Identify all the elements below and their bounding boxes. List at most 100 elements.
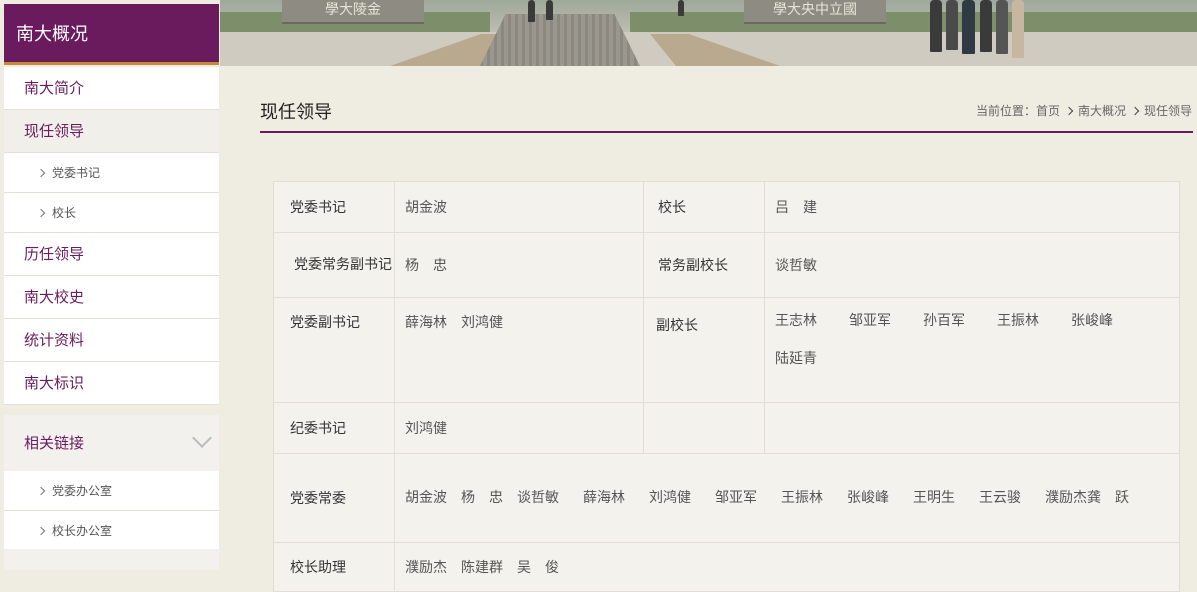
sidebar-footer: [4, 549, 219, 570]
lawn-right: [630, 12, 1197, 34]
role-label: 党委书记: [273, 181, 395, 233]
person-figure: [980, 0, 992, 52]
nav-item-identity[interactable]: 南大标识: [4, 362, 219, 405]
person-name: 胡金波: [405, 490, 447, 506]
nav-item-intro[interactable]: 南大简介: [4, 67, 219, 110]
breadcrumb-section-link[interactable]: 南大概况: [1078, 104, 1126, 118]
chevron-right-icon: [36, 208, 46, 218]
nav-item-label: 校长: [52, 206, 77, 220]
role-label: 党委副书记: [273, 297, 395, 403]
link-president-office[interactable]: 校长办公室: [4, 511, 219, 551]
person-name: 刘鸿健: [405, 421, 447, 437]
role-label: 副校长: [643, 297, 765, 403]
table-row: 校长助理 濮励杰 陈建群吴 俊: [273, 542, 1180, 592]
leaders-table: 党委书记 胡金波 校长 吕 建 党委常务副书记 杨 忠 常务副校长 谈哲敏 党委…: [273, 181, 1180, 592]
nav-item-statistics[interactable]: 统计资料: [4, 319, 219, 362]
person-name: 胡金波: [405, 200, 447, 216]
title-divider: [260, 131, 1193, 133]
person-figure: [996, 0, 1008, 54]
names-cell: [764, 402, 1180, 454]
nav-item-label: 南大简介: [24, 79, 85, 97]
person-name: 吴 俊: [517, 560, 559, 576]
names-cell: 刘鸿健: [394, 402, 644, 454]
person-name: 王志林: [775, 313, 817, 329]
person-name: 陈建群: [461, 560, 503, 576]
person-name: 濮励杰: [1045, 490, 1087, 506]
person-figure: [546, 0, 553, 20]
nav-item-label: 党委书记: [52, 166, 101, 180]
nav-subitem-party-secretary[interactable]: 党委书记: [4, 153, 219, 193]
breadcrumb-prefix: 当前位置：: [975, 104, 1036, 118]
person-figure: [962, 0, 975, 54]
chevron-right-icon: [36, 168, 46, 178]
person-name: 濮励杰: [405, 560, 447, 576]
nav-item-former-leaders[interactable]: 历任领导: [4, 233, 219, 276]
person-name: 张峻峰: [847, 490, 889, 506]
person-name: 张峻峰: [1071, 313, 1113, 329]
names-cell: 胡金波杨 忠谈哲敏 薛海林 刘鸿健 邹亚军 王振林 张峻峰 王明生 王云骏 濮励杰龚 跃: [394, 453, 1180, 543]
person-name: 刘鸿健: [461, 315, 503, 331]
related-links-list: 党委办公室 校长办公室: [4, 471, 219, 551]
link-party-office[interactable]: 党委办公室: [4, 471, 219, 511]
person-figure: [930, 0, 942, 52]
names-cell: 王志林 邹亚军 孙百军 王振林 张峻峰陆延青: [764, 297, 1180, 403]
chevron-right-icon: [1130, 106, 1140, 116]
person-figure: [528, 0, 535, 22]
person-name: 吕 建: [775, 200, 817, 216]
person-name: 薛海林: [405, 315, 447, 331]
link-label: 校长办公室: [52, 524, 113, 538]
names-cell: 杨 忠: [394, 232, 644, 298]
breadcrumb-home-link[interactable]: 首页: [1036, 104, 1060, 118]
names-cell: 胡金波: [394, 181, 644, 233]
nav-item-history[interactable]: 南大校史: [4, 276, 219, 319]
nav-item-label: 统计资料: [24, 331, 85, 349]
role-label: 校长助理: [273, 542, 395, 592]
chevron-right-icon: [36, 486, 46, 496]
names-cell: 濮励杰 陈建群吴 俊: [394, 542, 1180, 592]
person-name: 谈哲敏: [775, 258, 817, 274]
stone-tablet-right: 學大央中立國: [744, 0, 886, 24]
left-sidebar: 南大概况 南大简介 现任领导 党委书记 校长 历任领导 南大校史 统计资料 南大…: [0, 0, 220, 570]
stone-tablet-left: 學大陵金: [282, 0, 424, 24]
person-name: 王明生: [913, 490, 955, 506]
person-name: 陆延青: [775, 351, 817, 367]
nav-item-label: 历任领导: [24, 245, 85, 263]
campus-banner-image: 學大陵金 學大央中立國: [220, 0, 1197, 66]
breadcrumb-current-link[interactable]: 现任领导: [1144, 104, 1192, 118]
person-name: 邹亚军: [849, 313, 891, 329]
nav-item-label: 南大校史: [24, 288, 85, 306]
nav-item-label: 现任领导: [24, 122, 85, 140]
related-links-title: 相关链接: [24, 434, 85, 452]
person-name: 谈哲敏: [517, 490, 559, 506]
central-walkway: [480, 14, 640, 66]
role-label: [643, 402, 765, 454]
chevron-right-icon: [1064, 106, 1074, 116]
person-name: 王振林: [997, 313, 1039, 329]
side-nav: 南大简介 现任领导 党委书记 校长 历任领导 南大校史 统计资料 南大标识: [4, 67, 219, 405]
person-name: 刘鸿健: [649, 490, 691, 506]
table-row: 党委书记 胡金波 校长 吕 建: [273, 181, 1180, 233]
role-label: 纪委书记: [273, 402, 395, 454]
chevron-down-icon: [192, 428, 212, 448]
nav-item-current-leaders[interactable]: 现任领导: [4, 110, 219, 153]
person-name: 杨 忠: [405, 258, 447, 274]
person-figure: [946, 0, 958, 50]
related-links-header[interactable]: 相关链接: [4, 415, 219, 471]
table-row: 纪委书记 刘鸿健: [273, 402, 1180, 454]
role-label: 常务副校长: [643, 232, 765, 298]
role-label: 校长: [643, 181, 765, 233]
nav-item-label: 南大标识: [24, 374, 85, 392]
person-figure: [678, 0, 684, 16]
person-name: 邹亚军: [715, 490, 757, 506]
names-cell: 薛海林 刘鸿健: [394, 297, 644, 403]
role-label: 党委常委: [273, 453, 395, 543]
person-name: 薛海林: [583, 490, 625, 506]
role-label: 党委常务副书记: [273, 232, 395, 298]
table-row: 党委常务副书记 杨 忠 常务副校长 谈哲敏: [273, 232, 1180, 298]
names-cell: 谈哲敏: [764, 232, 1180, 298]
person-name: 龚 跃: [1087, 490, 1129, 506]
chevron-right-icon: [36, 526, 46, 536]
person-name: 孙百军: [923, 313, 965, 329]
nav-subitem-president[interactable]: 校长: [4, 193, 219, 233]
person-name: 王云骏: [979, 490, 1021, 506]
